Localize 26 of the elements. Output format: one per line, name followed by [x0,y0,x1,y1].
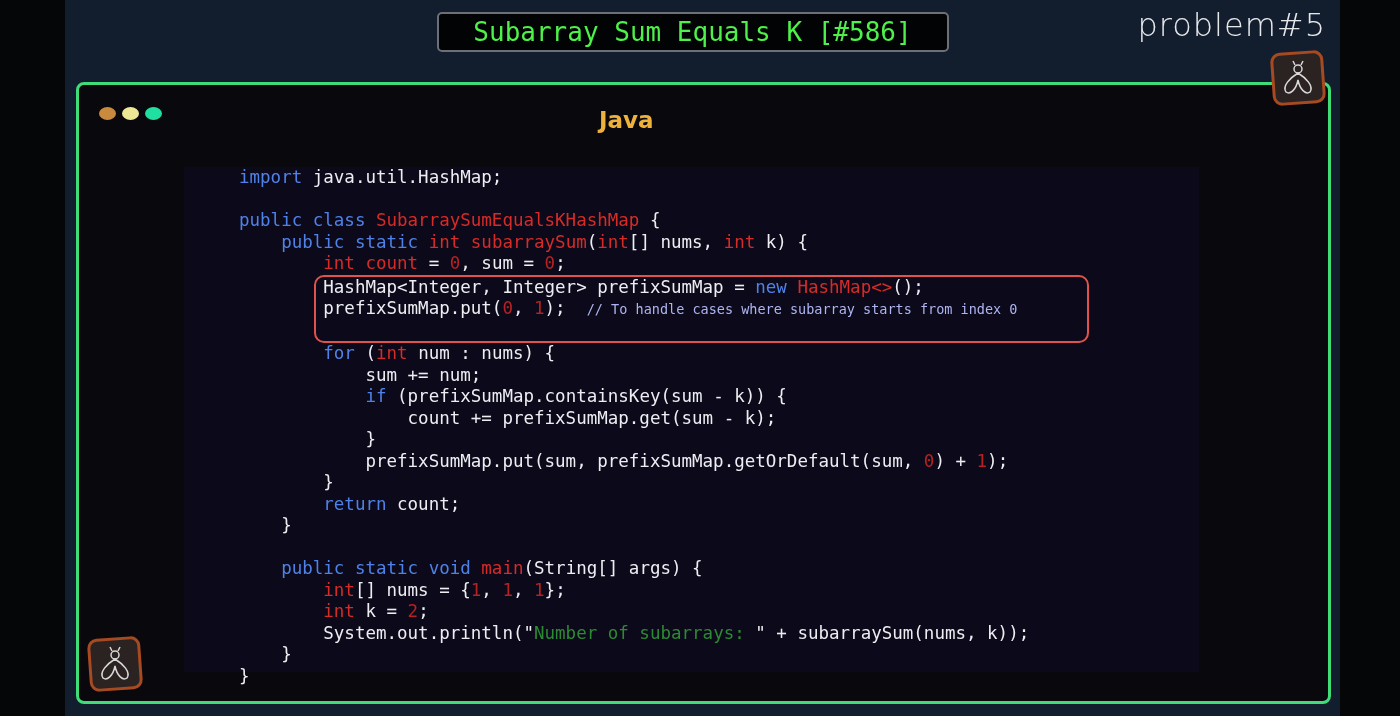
code-line: int[] nums = {1, 1, 1}; [322,579,566,601]
bug-logo-icon [1270,50,1326,106]
code-line: import java.util.HashMap; [239,167,503,189]
code-line: public static void main(String[] args) { [280,558,703,580]
code-line: public class SubarraySumEqualsKHashMap { [239,210,661,232]
code-line: HashMap<Integer, Integer> prefixSumMap = new HashMap<>(); [322,276,924,298]
problem-title: Subarray Sum Equals K [#586] [436,12,949,52]
code-line: if (prefixSumMap.containsKey(sum - k)) { [364,386,787,408]
code-line: count += prefixSumMap.get(sum - k); [406,407,777,429]
code-line: prefixSumMap.put(sum, prefixSumMap.getOrDefault(sum, 0) + 1); [364,450,1009,472]
problem-number: problem#5 [1137,6,1326,44]
code-line: } [322,472,334,494]
code-line: int count = 0, sum = 0; [322,253,566,275]
code-line: sum += num; [364,364,482,386]
code-line: System.out.println("Number of subarrays: " + subarraySum(nums, k)); [322,622,1030,644]
code-line: public static int subarraySum(int[] nums, int k) { [280,231,808,253]
code-line: for (int num : nums) { [322,343,556,365]
code-line: prefixSumMap.put(0, 1); // To handle cases where subarray starts from index 0 [322,298,1018,320]
code-line: } [280,515,292,537]
code-line: return count; [322,493,461,515]
code-line: } [364,429,376,451]
language-label: Java [599,107,654,133]
code-line: } [239,665,250,687]
code-line: } [280,644,292,666]
bug-logo-icon [87,636,143,692]
code-line: int k = 2; [322,601,429,623]
